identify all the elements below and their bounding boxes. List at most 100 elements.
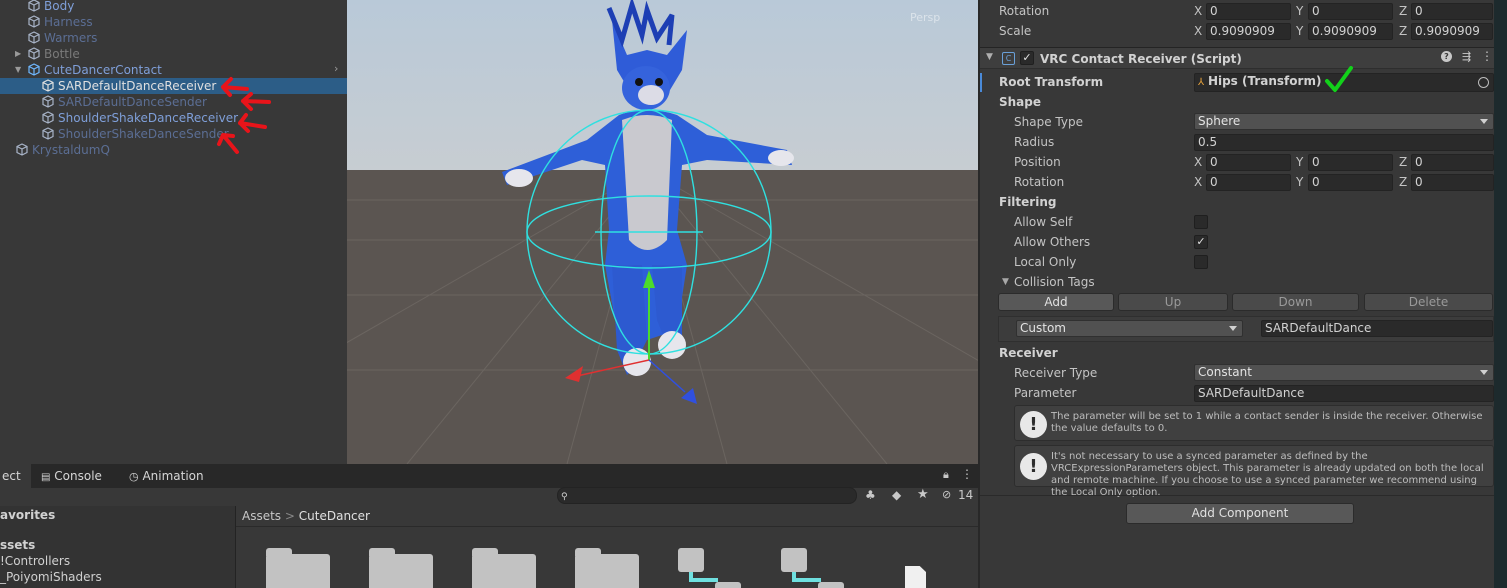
allow-self-checkbox[interactable] — [1194, 215, 1208, 229]
hierarchy-item[interactable]: Body — [0, 0, 347, 14]
lock-icon[interactable]: 🔒︎ — [943, 468, 949, 482]
divider — [980, 495, 1494, 496]
hierarchy-item[interactable]: Warmers — [0, 30, 347, 46]
allow-others-checkbox[interactable]: ✓ — [1194, 235, 1208, 249]
transform-scale-y[interactable]: 0.9090909 — [1308, 23, 1393, 40]
x-label: X — [1194, 24, 1203, 38]
hierarchy-item[interactable]: SARDefaultDanceSender — [0, 94, 347, 110]
hierarchy-item-label: Bottle — [44, 47, 80, 61]
add-tag-button[interactable]: Add — [998, 293, 1114, 311]
transform-rotation-z[interactable]: 0 — [1411, 3, 1493, 20]
search-icon: ⚲ — [561, 492, 568, 502]
transform-scale-x[interactable]: 0.9090909 — [1206, 23, 1291, 40]
favorites-header[interactable]: avorites — [0, 508, 55, 522]
persp-label[interactable]: Persp — [910, 11, 940, 24]
rotation-y[interactable]: 0 — [1308, 174, 1393, 191]
delete-tag-button[interactable]: Delete — [1364, 293, 1493, 311]
folder-icon[interactable] — [369, 548, 433, 588]
position-label: Position — [1014, 155, 1061, 169]
radius-field[interactable]: 0.5 — [1194, 134, 1494, 151]
hierarchy-item[interactable]: ShoulderShakeDanceReceiver — [0, 110, 347, 126]
hierarchy-item[interactable]: ▼ CuteDancerContact — [0, 62, 347, 78]
position-x[interactable]: 0 — [1206, 154, 1291, 171]
file-icon[interactable] — [905, 566, 926, 588]
folder-icon[interactable] — [575, 548, 639, 588]
local-only-checkbox[interactable] — [1194, 255, 1208, 269]
kebab-menu-icon[interactable]: ⋮ — [1481, 49, 1493, 63]
folder-icon[interactable] — [472, 548, 536, 588]
preset-icon[interactable]: ⇶ — [1462, 50, 1471, 63]
cube-icon — [28, 0, 40, 12]
root-transform-value: Hips (Transform) — [1207, 74, 1322, 88]
transform-scale-label: Scale — [999, 24, 1032, 38]
shape-type-dropdown[interactable]: Sphere — [1194, 113, 1494, 130]
hierarchy-item-label: Body — [44, 0, 75, 13]
assets-header[interactable]: ssets — [0, 538, 35, 552]
scene-canvas[interactable] — [347, 0, 978, 464]
breadcrumb-current[interactable]: CuteDancer — [299, 509, 370, 523]
hierarchy-item-label: ShoulderShakeDanceReceiver — [58, 111, 239, 125]
tag-mode-dropdown[interactable]: Custom — [1016, 320, 1243, 337]
down-tag-button[interactable]: Down — [1232, 293, 1359, 311]
breadcrumb-assets[interactable]: Assets — [242, 509, 281, 523]
hierarchy-item[interactable]: ShoulderShakeDanceSender — [0, 126, 347, 142]
scene-view[interactable]: Persp — [347, 0, 978, 464]
cube-icon — [42, 127, 54, 140]
collision-tags-foldout-icon[interactable]: ▼ — [1002, 277, 1009, 287]
hierarchy-item[interactable]: ▶ Bottle — [0, 46, 347, 62]
y-label: Y — [1296, 175, 1304, 189]
sidebar-item-poiyomi[interactable]: _PoiyomiShaders — [0, 570, 102, 584]
transform-rotation-y[interactable]: 0 — [1308, 3, 1393, 20]
label-filter-icon[interactable]: ◆ — [892, 488, 901, 502]
foldout-arrow-icon[interactable]: ▼ — [986, 52, 993, 62]
x-label: X — [1194, 4, 1203, 18]
transform-rotation-label: Rotation — [999, 4, 1050, 18]
hierarchy-item[interactable]: SARDefaultDanceReceiver — [0, 78, 347, 94]
cube-icon — [42, 111, 54, 124]
hierarchy-item[interactable]: Harness — [0, 14, 347, 30]
y-label: Y — [1296, 24, 1304, 38]
cube-icon — [16, 143, 28, 156]
parameter-label: Parameter — [1014, 386, 1077, 400]
annotation-arrows — [217, 77, 271, 154]
divider — [236, 526, 978, 527]
animator-controller-icon[interactable] — [678, 548, 748, 588]
help-icon[interactable]: ? — [1441, 51, 1452, 62]
kebab-menu-icon[interactable]: ⋮ — [961, 467, 973, 481]
cube-icon — [28, 31, 40, 44]
foldout-arrow-icon[interactable]: ▶ — [15, 46, 21, 62]
rotation-x[interactable]: 0 — [1206, 174, 1291, 191]
tab-console[interactable]: ▤ Console — [41, 464, 102, 488]
position-y[interactable]: 0 — [1308, 154, 1393, 171]
z-label: Z — [1399, 4, 1408, 18]
component-header[interactable]: ▼ C ✓ VRC Contact Receiver (Script) ? ⇶ … — [980, 47, 1494, 69]
object-picker-icon[interactable] — [1478, 77, 1489, 88]
tag-value-field[interactable]: SARDefaultDance — [1261, 320, 1493, 337]
expand-arrow-icon[interactable]: › — [334, 62, 338, 75]
tab-animation[interactable]: ◷ Animation — [129, 464, 204, 488]
transform-rotation-x[interactable]: 0 — [1206, 3, 1291, 20]
shape-type-label: Shape Type — [1014, 115, 1083, 129]
transform-scale-z[interactable]: 0.9090909 — [1411, 23, 1493, 40]
tab-project[interactable]: ect — [0, 464, 31, 488]
filtering-header: Filtering — [999, 195, 1057, 209]
script-icon: C — [1002, 52, 1015, 65]
cube-icon — [42, 95, 54, 108]
folder-icon[interactable] — [266, 548, 330, 588]
rotation-z[interactable]: 0 — [1411, 174, 1494, 191]
favorites-star-icon[interactable]: ★ — [917, 487, 929, 502]
shape-header: Shape — [999, 95, 1042, 109]
position-z[interactable]: 0 — [1411, 154, 1494, 171]
component-enabled-checkbox[interactable]: ✓ — [1020, 51, 1034, 65]
add-component-button[interactable]: Add Component — [1126, 503, 1354, 524]
hidden-eye-icon[interactable]: ⊘ — [942, 488, 951, 501]
parameter-field[interactable]: SARDefaultDance — [1194, 385, 1494, 402]
receiver-type-dropdown[interactable]: Constant — [1194, 364, 1494, 381]
hierarchy-item[interactable]: ▶KrystaldumQ — [0, 142, 347, 158]
search-input[interactable]: ⚲ — [557, 487, 857, 504]
animator-controller-icon[interactable] — [781, 548, 851, 588]
sidebar-item-controllers[interactable]: !Controllers — [0, 554, 70, 568]
up-tag-button[interactable]: Up — [1118, 293, 1228, 311]
filter-type-icon[interactable]: ♣ — [865, 488, 876, 502]
foldout-arrow-icon[interactable]: ▼ — [15, 62, 21, 78]
